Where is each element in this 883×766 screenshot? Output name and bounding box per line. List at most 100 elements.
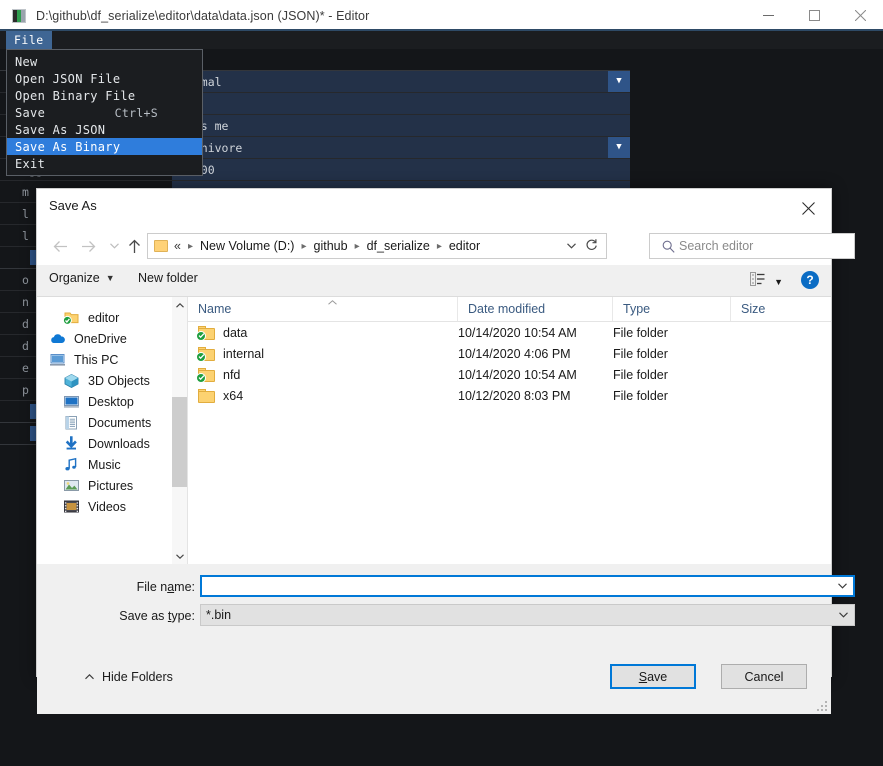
breadcrumb-item-3[interactable]: editor [449, 239, 480, 253]
property-value[interactable]: it's me [172, 115, 630, 136]
file-row-name: internal [223, 346, 264, 361]
help-button[interactable]: ? [801, 271, 819, 289]
chevron-down-icon[interactable] [838, 581, 847, 592]
save-button-label: Save [638, 669, 668, 684]
cancel-button[interactable]: Cancel [721, 664, 807, 689]
breadcrumb-item-1[interactable]: github [314, 239, 348, 253]
file-row-name-cell: internal [188, 346, 458, 362]
column-header-size[interactable]: Size [731, 297, 831, 321]
breadcrumb-separator: ▸ [301, 240, 307, 252]
file-list-row[interactable]: x64 10/12/2020 8:03 PM File folder [188, 385, 831, 406]
chevron-down-icon[interactable] [839, 610, 848, 621]
nav-pane-item-label: Pictures [88, 478, 134, 493]
file-menu-item-open-binary-file[interactable]: Open Binary File [7, 87, 202, 104]
search-input[interactable]: Search editor [649, 233, 855, 259]
property-value[interactable] [172, 93, 630, 114]
file-menu-dropdown[interactable]: New Open JSON File Open Binary File Save Ctr… [6, 49, 203, 176]
search-placeholder: Search editor [679, 239, 754, 253]
nav-pane-item-documents[interactable]: Documents [37, 412, 187, 433]
chevron-down-icon: ▼ [774, 276, 783, 287]
close-button[interactable] [837, 0, 883, 31]
file-row-name: x64 [223, 388, 244, 403]
chevron-up-icon[interactable] [172, 297, 187, 313]
arrow-left-icon[interactable] [49, 235, 71, 257]
nav-pane-item-downloads[interactable]: Downloads [37, 433, 187, 454]
property-value[interactable]: 0.700 [172, 159, 630, 180]
nav-pane-item-onedrive[interactable]: OneDrive [37, 328, 187, 349]
organize-label: Organize [49, 271, 100, 285]
nav-pane-item-editor[interactable]: editor [37, 307, 187, 328]
file-menu-item-new[interactable]: New [7, 53, 202, 70]
folder-synced-icon [196, 367, 215, 383]
navigation-scrollbar[interactable] [172, 297, 187, 564]
dialog-close-icon[interactable] [785, 189, 831, 227]
this-pc-icon [49, 352, 67, 368]
dialog-toolbar: Organize ▼ New folder ▼ ? [37, 265, 831, 297]
chevron-down-icon[interactable] [172, 548, 187, 564]
menu-file-button[interactable]: File [6, 31, 52, 49]
breadcrumb-bar[interactable]: « ▸ New Volume (D:) ▸ github ▸ df_serial… [147, 233, 607, 259]
dialog-form: File name: Save as type: *.bin [37, 564, 855, 658]
save-as-type-value: *.bin [206, 608, 232, 622]
nav-pane-item-music[interactable]: Music [37, 454, 187, 475]
nav-pane-item-this-pc[interactable]: This PC [37, 349, 187, 370]
file-list-row[interactable]: nfd 10/14/2020 10:54 AM File folder [188, 364, 831, 385]
3d-objects-icon [63, 373, 81, 389]
save-button[interactable]: Save [610, 664, 696, 689]
column-header-date[interactable]: Date modified [458, 297, 613, 321]
file-name-input[interactable] [200, 575, 855, 597]
arrow-up-icon[interactable] [123, 235, 145, 257]
chevron-down-icon: ▼ [105, 273, 115, 283]
breadcrumb-item-2[interactable]: df_serialize [367, 239, 430, 253]
file-row-date: 10/14/2020 4:06 PM [458, 346, 571, 361]
file-list-row[interactable]: internal 10/14/2020 4:06 PM File folder [188, 343, 831, 364]
save-as-type-select[interactable]: *.bin [200, 604, 855, 626]
folder-synced-icon [196, 346, 215, 362]
window-controls [745, 0, 883, 31]
file-row-date: 10/12/2020 8:03 PM [458, 388, 571, 403]
arrow-right-icon[interactable] [77, 235, 99, 257]
file-row-name-cell: x64 [188, 388, 458, 403]
recent-locations-chevron-down-icon[interactable] [103, 235, 125, 257]
property-value[interactable] [160, 49, 630, 70]
property-value[interactable]: Carnivore ▼ [172, 137, 630, 158]
column-header-type[interactable]: Type [613, 297, 731, 321]
breadcrumb-item-0[interactable]: New Volume (D:) [200, 239, 294, 253]
file-row-name: data [223, 325, 248, 340]
nav-pane-item-label: Downloads [88, 436, 150, 451]
resize-grip[interactable] [817, 701, 827, 711]
file-row-type: File folder [613, 388, 668, 403]
breadcrumb-chevron-down-icon[interactable] [567, 241, 576, 252]
dialog-title: Save As [49, 198, 97, 213]
nav-pane-item-desktop[interactable]: Desktop [37, 391, 187, 412]
maximize-button[interactable] [791, 0, 837, 31]
nav-pane-item-label: editor [88, 310, 120, 325]
file-list-row[interactable]: data 10/14/2020 10:54 AM File folder [188, 322, 831, 343]
sort-chevron-up-icon [328, 298, 337, 307]
file-menu-item-save[interactable]: Save Ctrl+S [7, 104, 202, 121]
property-value[interactable]: animal▼ [172, 71, 630, 92]
refresh-icon[interactable] [585, 238, 598, 254]
view-mode-button[interactable]: ▼ [750, 272, 783, 291]
nav-pane-item-3d-objects[interactable]: 3D Objects [37, 370, 187, 391]
file-menu-item-open-json-file[interactable]: Open JSON File [7, 70, 202, 87]
column-header-name[interactable]: Name [188, 297, 458, 321]
navigation-scrollbar-thumb[interactable] [172, 397, 187, 487]
nav-pane-item-label: This PC [74, 352, 119, 367]
file-menu-item-shortcut: Ctrl+S [114, 105, 158, 120]
new-folder-button[interactable]: New folder [138, 271, 198, 285]
hide-folders-button[interactable]: Hide Folders [85, 670, 173, 684]
minimize-button[interactable] [745, 0, 791, 31]
file-menu-item-label: New [15, 54, 38, 69]
breadcrumb-lead: « [174, 239, 181, 253]
nav-pane-item-pictures[interactable]: Pictures [37, 475, 187, 496]
editor-app-icon [12, 8, 26, 23]
file-row-name-cell: nfd [188, 367, 458, 383]
organize-button[interactable]: Organize ▼ [49, 271, 115, 285]
chevron-down-icon[interactable]: ▼ [608, 137, 630, 158]
nav-pane-item-videos[interactable]: Videos [37, 496, 187, 517]
file-menu-item-save-as-binary[interactable]: Save As Binary [7, 138, 202, 155]
file-menu-item-exit[interactable]: Exit [7, 155, 202, 172]
chevron-down-icon[interactable]: ▼ [608, 71, 630, 92]
file-menu-item-save-as-json[interactable]: Save As JSON [7, 121, 202, 138]
